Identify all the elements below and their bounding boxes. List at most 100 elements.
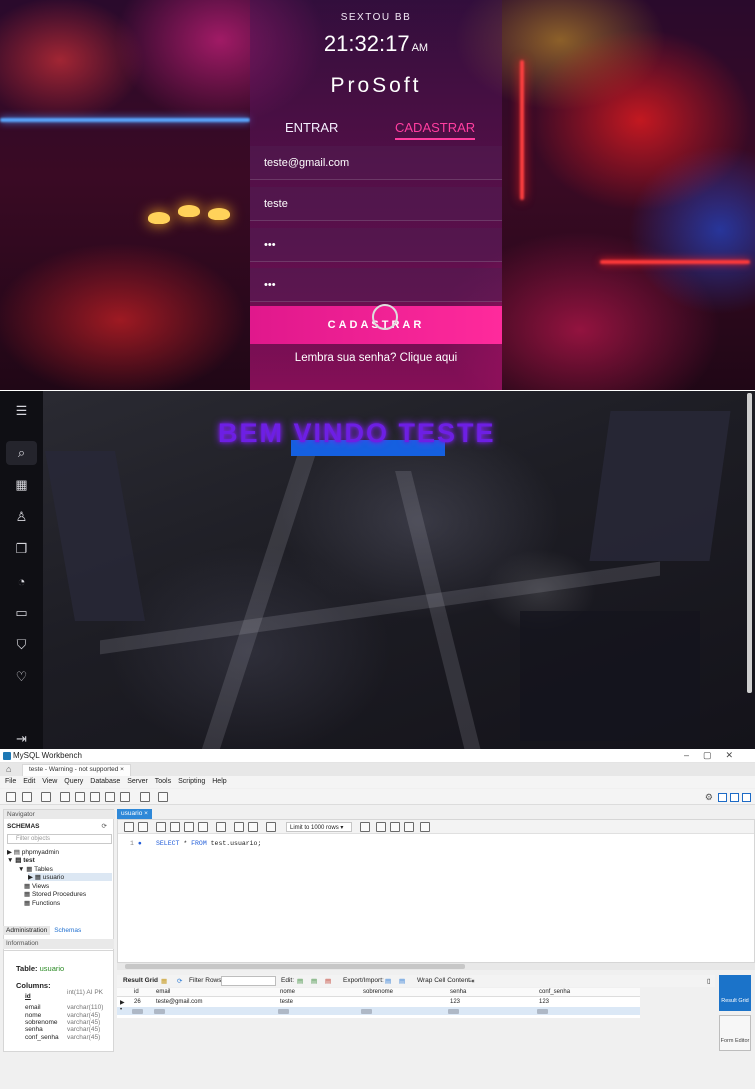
new-row[interactable]: • [117, 1007, 640, 1015]
refresh-icon[interactable]: ⟳ [102, 822, 107, 830]
form-editor-side-button[interactable]: Form Editor [719, 1015, 751, 1051]
tab-login[interactable]: ENTRAR [285, 120, 338, 135]
export-icon[interactable]: ▤ [385, 977, 391, 985]
result-grid-side-button[interactable]: Result Grid [719, 975, 751, 1011]
grid-col-header[interactable]: email [156, 989, 170, 995]
scroll-thumb[interactable] [125, 964, 465, 969]
close-icon[interactable]: × [144, 810, 148, 817]
reconnect-icon[interactable] [158, 792, 168, 802]
create-function-icon[interactable] [120, 792, 130, 802]
grid-col-header[interactable]: nome [280, 989, 295, 995]
tree-phpmyadmin[interactable]: ▶ ▤ phpmyadmin [7, 848, 59, 856]
grid-cell[interactable]: 123 [450, 999, 460, 1005]
import-icon[interactable]: ▤ [399, 977, 405, 985]
menu-scripting[interactable]: Scripting [178, 778, 205, 785]
limit-rows-select[interactable]: Limit to 1000 rows ▾ [286, 822, 352, 832]
logout-icon[interactable]: ⇥ [0, 727, 43, 749]
wrap-toggle-icon[interactable]: ⇥ [469, 977, 474, 985]
horizontal-scrollbar[interactable] [117, 963, 755, 970]
bookmark-icon[interactable] [360, 822, 370, 832]
forgot-password-link[interactable]: Lembra sua senha? Clique aqui [250, 352, 502, 364]
window-controls[interactable]: –▢✕ [684, 750, 747, 761]
create-table-icon[interactable] [75, 792, 85, 802]
explain-icon[interactable] [184, 822, 194, 832]
home-icon[interactable]: ⌂ [6, 764, 11, 774]
tree-tables[interactable]: ▼ ▦ Tables [18, 865, 53, 873]
tree-usuario[interactable]: ▶ ▦ usuario [28, 873, 112, 881]
sql-editor[interactable]: Limit to 1000 rows ▾ 1 ● SELECT * FROM t… [117, 819, 755, 963]
execute-icon[interactable] [156, 822, 166, 832]
heart-icon[interactable]: ♡ [0, 665, 43, 689]
cards-icon[interactable]: ❐ [0, 537, 43, 561]
tree-views[interactable]: ▦ Views [24, 882, 49, 890]
folder-icon[interactable]: ▭ [0, 601, 43, 625]
beautify-icon[interactable] [376, 822, 386, 832]
rollback-icon[interactable] [248, 822, 258, 832]
close-icon[interactable]: × [120, 766, 124, 773]
delete-row-icon[interactable]: ▤ [325, 977, 331, 985]
toggle-error-icon[interactable] [216, 822, 226, 832]
create-view-icon[interactable] [90, 792, 100, 802]
email-field[interactable]: teste@gmail.com [250, 146, 502, 180]
create-schema-icon[interactable] [60, 792, 70, 802]
layout-secondary-icon[interactable] [742, 793, 751, 802]
grid-icon[interactable]: ▦ [161, 977, 167, 985]
grid-col-header[interactable]: id [134, 989, 139, 995]
menu-server[interactable]: Server [127, 778, 148, 785]
inspector-icon[interactable] [41, 792, 51, 802]
query-tab[interactable]: usuario × [117, 809, 152, 819]
tree-stored-procedures[interactable]: ▦ Stored Procedures [24, 890, 86, 898]
search-icon[interactable]: ⌕ [6, 441, 37, 465]
tab-register[interactable]: CADASTRAR [395, 120, 476, 140]
search-table-icon[interactable] [140, 792, 150, 802]
tree-functions[interactable]: ▦ Functions [24, 899, 60, 907]
open-sql-icon[interactable] [22, 792, 32, 802]
grid-cell[interactable]: teste [280, 999, 293, 1005]
scrollbar[interactable] [747, 393, 752, 693]
user-icon[interactable]: ♙ [0, 505, 43, 529]
connection-tab[interactable]: teste - Warning - not supported × [22, 764, 131, 776]
autocommit-icon[interactable] [266, 822, 276, 832]
grid-cell[interactable]: 26 [134, 999, 141, 1005]
invisible-chars-icon[interactable] [404, 822, 414, 832]
grid-col-header[interactable]: conf_senha [539, 989, 570, 995]
tab-schemas[interactable]: Schemas [51, 926, 85, 935]
commit-icon[interactable] [234, 822, 244, 832]
chart-pie-icon[interactable]: ◔ [0, 569, 43, 593]
sql-statement[interactable]: SELECT * FROM test.usuario; [156, 840, 261, 847]
open-file-icon[interactable] [124, 822, 134, 832]
grid-cell[interactable]: 123 [539, 999, 549, 1005]
grid-col-header[interactable]: sobrenome [363, 989, 393, 995]
create-procedure-icon[interactable] [105, 792, 115, 802]
panel-toggle-icon[interactable]: ▯ [707, 977, 711, 985]
execute-current-icon[interactable] [170, 822, 180, 832]
menu-query[interactable]: Query [64, 778, 83, 785]
grid-cell[interactable]: teste@gmail.com [156, 999, 202, 1005]
filter-objects-input[interactable]: Filter objects [7, 834, 112, 844]
name-field[interactable]: teste [250, 187, 502, 221]
layout-output-icon[interactable] [730, 793, 739, 802]
edit-row-icon[interactable]: ▤ [297, 977, 303, 985]
password-field[interactable]: ••• [250, 228, 502, 262]
new-sql-tab-icon[interactable] [6, 792, 16, 802]
find-icon[interactable] [390, 822, 400, 832]
menu-edit[interactable]: Edit [23, 778, 35, 785]
refresh-icon[interactable]: ⟳ [177, 977, 182, 985]
stop-icon[interactable] [198, 822, 208, 832]
filter-rows-input[interactable] [221, 976, 276, 986]
layout-sidebar-icon[interactable] [718, 793, 727, 802]
save-icon[interactable] [138, 822, 148, 832]
menu-tools[interactable]: Tools [155, 778, 171, 785]
wrap-icon[interactable] [420, 822, 430, 832]
menu-icon[interactable]: ☰ [0, 399, 43, 423]
tree-test[interactable]: ▼ ▤ test [7, 856, 35, 864]
tab-administration[interactable]: Administration [3, 926, 51, 935]
add-row-icon[interactable]: ▤ [311, 977, 317, 985]
menu-view[interactable]: View [42, 778, 57, 785]
menu-help[interactable]: Help [212, 778, 226, 785]
cart-icon[interactable]: ⛉ [0, 633, 43, 657]
confirm-password-field[interactable]: ••• [250, 268, 502, 302]
grid-col-header[interactable]: senha [450, 989, 466, 995]
gear-icon[interactable]: ⚙ [705, 792, 713, 803]
result-grid[interactable]: id email nome sobrenome senha conf_senha… [117, 988, 640, 1018]
